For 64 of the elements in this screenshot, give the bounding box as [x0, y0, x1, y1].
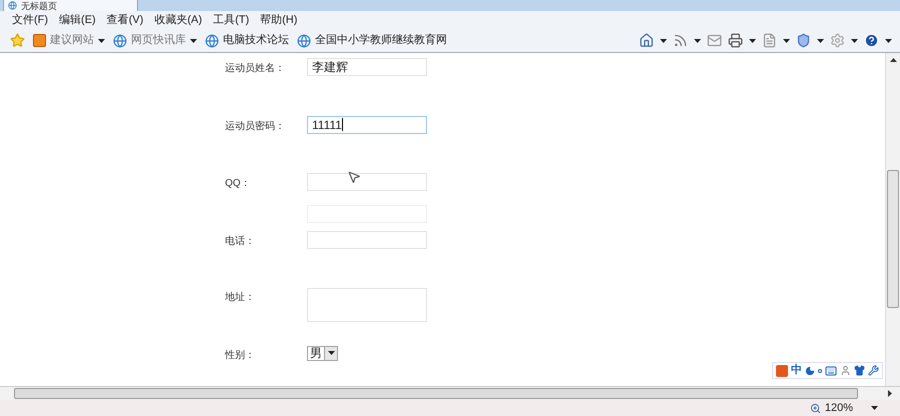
favorites-star-icon[interactable]: [10, 33, 25, 48]
gender-select[interactable]: 男: [307, 346, 338, 360]
favorite-link[interactable]: 全国中小学教师继续教育网: [315, 32, 447, 49]
menu-item[interactable]: 收藏夹(A): [154, 12, 202, 28]
globe-icon: [297, 34, 311, 48]
favorite-link[interactable]: 电脑技术论坛: [223, 32, 289, 49]
printer-icon[interactable]: [728, 33, 743, 48]
sogou-logo-icon: [776, 364, 788, 376]
field-label: 性别：: [225, 348, 256, 362]
page-icon[interactable]: [762, 33, 777, 48]
tab-title: 无标题页: [21, 0, 57, 10]
caret-icon[interactable]: [885, 38, 892, 42]
home-icon[interactable]: [639, 33, 654, 48]
caret-icon[interactable]: [660, 38, 667, 42]
help-icon[interactable]: [864, 33, 879, 48]
input-field[interactable]: 李建辉: [307, 58, 427, 76]
caret-icon: [328, 351, 334, 355]
scroll-up-icon[interactable]: [890, 58, 896, 62]
scroll-right-icon[interactable]: [888, 390, 892, 397]
field-label: 电话：: [225, 234, 256, 248]
input-field[interactable]: [307, 173, 427, 191]
wrench-icon[interactable]: [868, 365, 879, 376]
caret-icon[interactable]: [817, 38, 824, 42]
text-cursor: [342, 118, 343, 131]
caret-icon[interactable]: [694, 38, 701, 42]
slice-icon: [33, 34, 46, 47]
caret-icon[interactable]: [783, 38, 790, 42]
field-label: 运动员密码：: [225, 120, 286, 134]
feed-icon[interactable]: [673, 33, 688, 48]
caret-icon[interactable]: [98, 38, 105, 42]
favorite-link[interactable]: 网页快讯库: [131, 32, 186, 49]
caret-icon[interactable]: [190, 38, 197, 42]
moon-icon[interactable]: [805, 366, 815, 376]
field-label: QQ：: [225, 177, 252, 191]
mail-icon[interactable]: [707, 33, 722, 48]
shirt-icon[interactable]: [854, 365, 865, 376]
keyboard-icon[interactable]: [825, 364, 837, 376]
favorite-link[interactable]: 建议网站: [50, 32, 94, 49]
user-icon[interactable]: [840, 365, 851, 376]
scroll-thumb[interactable]: [14, 388, 858, 399]
mouse-pointer-icon: [347, 170, 361, 184]
menu-item[interactable]: 编辑(E): [59, 12, 96, 28]
scroll-thumb[interactable]: [887, 170, 899, 308]
globe-icon: [205, 34, 219, 48]
shield-icon[interactable]: [796, 33, 811, 48]
input-field[interactable]: [307, 230, 427, 248]
menu-item[interactable]: 查看(V): [106, 12, 144, 28]
ime-mode[interactable]: 中: [791, 362, 802, 379]
menu-item[interactable]: 帮助(H): [260, 12, 298, 28]
menu-item[interactable]: 工具(T): [213, 12, 250, 28]
caret-icon[interactable]: [749, 38, 756, 42]
caret-icon[interactable]: [871, 406, 878, 410]
vertical-scrollbar[interactable]: [885, 53, 900, 386]
zoom-level[interactable]: 120%: [824, 400, 853, 416]
input-field[interactable]: 11111: [307, 116, 427, 134]
horizontal-scrollbar[interactable]: [0, 386, 900, 400]
browser-tab[interactable]: 无标题页: [3, 0, 138, 11]
field-label: 地址：: [225, 290, 256, 305]
page-icon: [8, 1, 17, 10]
menu-item[interactable]: 文件(F): [12, 12, 48, 28]
zoom-icon[interactable]: [810, 402, 821, 414]
field-label: 运动员姓名：: [225, 62, 286, 76]
caret-icon[interactable]: [851, 38, 858, 42]
globe-icon: [113, 34, 127, 48]
